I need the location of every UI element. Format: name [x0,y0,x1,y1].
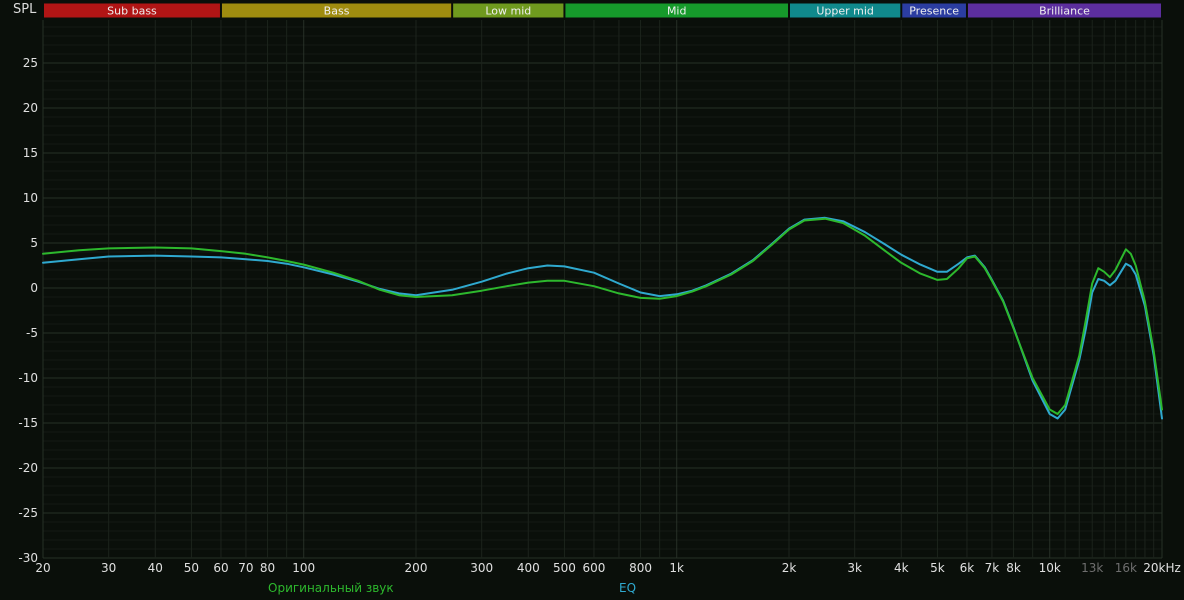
x-tick-500: 500 [553,561,576,575]
y-tick--25: -25 [18,506,38,520]
chart-canvas: Sub bass Bass Low mid Mid Upper mid Presence B… [0,0,1184,600]
y-tick--30: -30 [18,551,38,565]
y-tick-5: 5 [30,236,38,250]
band-label-mid: Mid [667,5,687,18]
band-label-upper-mid: Upper mid [816,5,874,18]
curves [43,218,1162,419]
band-label-presence: Presence [909,5,959,18]
x-tick-300: 300 [470,561,493,575]
x-tick-7k: 7k [985,561,1000,575]
y-tick--5: -5 [26,326,38,340]
x-axis-tick-labels: 203040506070801002003004005006008001k2k3… [35,561,1180,575]
x-tick-800: 800 [629,561,652,575]
horizontal-gridlines [43,27,1162,558]
x-tick-600: 600 [583,561,606,575]
x-tick-80: 80 [260,561,275,575]
x-tick-3k: 3k [847,561,862,575]
y-tick-0: 0 [30,281,38,295]
y-tick--10: -10 [18,371,38,385]
x-tick-30: 30 [101,561,116,575]
x-tick-100: 100 [292,561,315,575]
x-tick-6k: 6k [960,561,975,575]
x-tick-400: 400 [517,561,540,575]
x-tick-70: 70 [238,561,253,575]
band-label-low-mid: Low mid [485,5,531,18]
x-tick-60: 60 [213,561,228,575]
curve-eq [43,218,1162,419]
y-tick--15: -15 [18,416,38,430]
curve-original-sound [43,219,1162,414]
x-tick-200: 200 [405,561,428,575]
y-tick-15: 15 [23,146,38,160]
legend-original-sound: Оригинальный звук [268,581,394,595]
x-tick-4k: 4k [894,561,909,575]
y-tick-20: 20 [23,101,38,115]
band-label-brilliance: Brilliance [1039,5,1090,18]
x-tick-40: 40 [148,561,163,575]
x-tick-13k: 13k [1081,561,1103,575]
band-label-bass: Bass [324,5,350,18]
y-axis-tick-labels: 25 20 15 10 5 0 -5 -10 -15 -20 -25 -30 [18,56,38,565]
legend-eq: EQ [619,581,636,595]
band-label-sub-bass: Sub bass [107,5,157,18]
frequency-response-chart: Sub bass Bass Low mid Mid Upper mid Presence B… [0,0,1184,600]
x-tick-50: 50 [184,561,199,575]
spl-axis-label: SPL [13,2,36,17]
x-tick-5k: 5k [930,561,945,575]
x-tick-1k: 1k [669,561,684,575]
y-tick--20: -20 [18,461,38,475]
x-tick-8k: 8k [1006,561,1021,575]
y-tick-25: 25 [23,56,38,70]
y-tick-10: 10 [23,191,38,205]
x-tick-20kHz: 20kHz [1143,561,1181,575]
frequency-band-bar: Sub bass Bass Low mid Mid Upper mid Presence B… [44,3,1162,18]
x-tick-2k: 2k [782,561,797,575]
x-tick-16k: 16k [1115,561,1137,575]
x-tick-10k: 10k [1039,561,1061,575]
